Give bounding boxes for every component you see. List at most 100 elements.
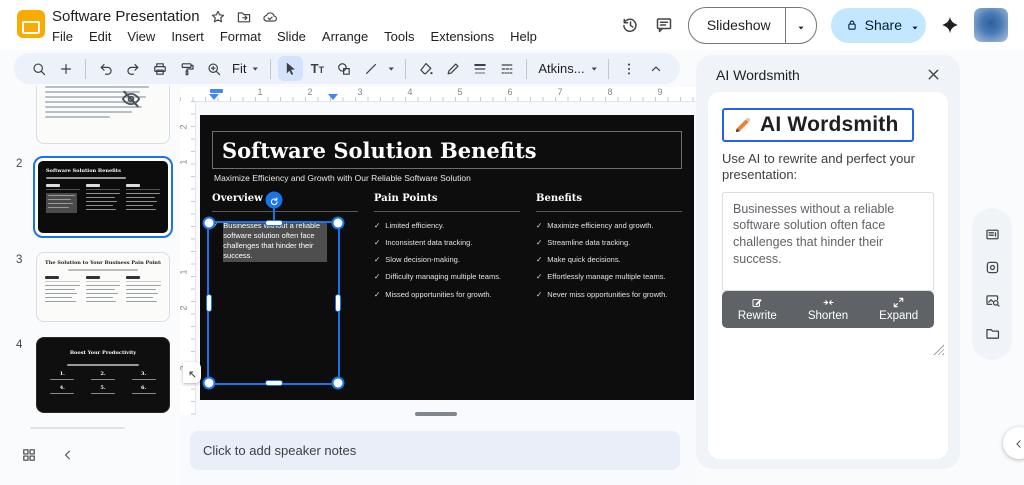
menu-help[interactable]: Help <box>502 27 545 46</box>
slide-item-text: Limited efficiency. <box>385 221 444 231</box>
select-tool-icon[interactable] <box>278 56 303 81</box>
rotate-handle-icon[interactable] <box>265 192 282 209</box>
star-icon[interactable] <box>210 9 226 25</box>
theme-select[interactable]: Atkins... <box>534 61 586 76</box>
indent-marker-triangle[interactable] <box>209 94 219 100</box>
slide-title-box[interactable]: Software Solution Benefits <box>212 131 682 169</box>
slides-logo-icon[interactable] <box>17 10 45 38</box>
ruler-number: 3 <box>357 87 362 97</box>
comments-icon[interactable] <box>654 15 674 35</box>
menu-arrange[interactable]: Arrange <box>314 27 376 46</box>
article-icon[interactable] <box>984 226 1001 243</box>
resize-handle-nw[interactable] <box>203 217 216 230</box>
insert-shape-icon[interactable] <box>332 56 357 81</box>
slide-column-benefits[interactable]: Benefits✓Maximize efficiency and growth.… <box>536 193 682 307</box>
hide-menus-icon[interactable] <box>643 56 668 81</box>
thumbnail-grid-number: 6. <box>126 385 161 391</box>
shorten-button[interactable]: Shorten <box>793 291 864 328</box>
collapse-filmstrip-icon[interactable] <box>61 448 75 462</box>
gemini-sparkle-icon[interactable] <box>940 15 960 35</box>
more-options-icon[interactable] <box>616 56 641 81</box>
slide-column-overview[interactable]: Overview✓Businesses without a reliable s… <box>212 193 358 307</box>
cloud-saved-icon[interactable] <box>262 9 278 25</box>
new-slide-plus-icon[interactable] <box>53 56 78 81</box>
fill-color-icon[interactable] <box>413 56 438 81</box>
move-folder-icon[interactable] <box>236 9 252 25</box>
notes-resize-handle[interactable] <box>415 412 457 416</box>
border-weight-icon[interactable] <box>467 56 492 81</box>
menu-file[interactable]: File <box>44 27 81 46</box>
thumbnail-slide-1[interactable] <box>36 86 170 144</box>
filmstrip-divider <box>30 427 125 429</box>
slide-list-item: ✓Missed opportunities for growth. <box>374 290 520 300</box>
share-dropdown-caret-icon[interactable] <box>910 20 920 30</box>
column-heading: Pain Points <box>374 193 520 212</box>
expand-button[interactable]: Expand <box>863 291 934 328</box>
insert-line-icon[interactable] <box>359 56 384 81</box>
paint-format-icon[interactable] <box>174 56 199 81</box>
menu-edit[interactable]: Edit <box>81 27 119 46</box>
resize-handle-e[interactable] <box>335 294 341 312</box>
document-title[interactable]: Software Presentation <box>52 8 200 25</box>
search-menus-icon[interactable] <box>26 56 51 81</box>
resize-handle-w[interactable] <box>206 294 212 312</box>
show-side-panel-button[interactable] <box>1003 427 1024 459</box>
gallery-icon[interactable] <box>984 259 1001 276</box>
menu-view[interactable]: View <box>119 27 163 46</box>
zoom-fit-select[interactable]: Fit <box>228 61 248 76</box>
redo-icon[interactable] <box>120 56 145 81</box>
resize-handle-s[interactable] <box>265 380 283 386</box>
horizontal-ruler: 123456789 <box>180 87 696 102</box>
share-button[interactable]: Share <box>831 8 926 43</box>
shorten-icon <box>822 296 835 309</box>
indent-marker-triangle[interactable] <box>328 94 338 100</box>
line-caret-icon[interactable] <box>386 62 396 76</box>
menu-extensions[interactable]: Extensions <box>423 27 503 46</box>
slide-column-pain-points[interactable]: Pain Points✓Limited efficiency.✓Inconsis… <box>374 193 520 307</box>
rewrite-button[interactable]: Rewrite <box>722 291 793 328</box>
resize-handle-n[interactable] <box>265 220 283 226</box>
folder-icon[interactable] <box>984 325 1001 342</box>
slide-item-text: Make quick decisions. <box>547 255 620 265</box>
theme-caret-icon[interactable] <box>589 62 599 76</box>
thumbnail-slide-3[interactable]: The Solution to Your Business Pain Point… <box>36 252 170 322</box>
slide-item-text: Businesses without a reliable software s… <box>223 221 327 262</box>
slideshow-button[interactable]: Slideshow <box>688 7 817 44</box>
image-search-icon[interactable] <box>984 292 1001 309</box>
thumbnail-slide-4[interactable]: Boost Your Productivity1.2.3.4.5.6. <box>36 337 170 413</box>
resize-handle-se[interactable] <box>332 377 345 390</box>
toolbar: Fit TT Atkins... <box>14 53 680 84</box>
ruler-number: 5 <box>457 87 462 97</box>
version-history-icon[interactable] <box>620 15 640 35</box>
user-avatar[interactable] <box>974 8 1008 42</box>
pointer-tab-button[interactable] <box>183 362 201 383</box>
slide-title: Software Solution Benefits <box>222 138 537 163</box>
close-icon[interactable] <box>925 66 942 83</box>
slide-subtitle[interactable]: Maximize Efficiency and Growth with Our … <box>214 173 471 183</box>
resize-handle-ne[interactable] <box>332 217 345 230</box>
fit-caret-icon[interactable] <box>250 62 260 76</box>
check-glyph: ✓ <box>374 238 380 248</box>
border-dash-icon[interactable] <box>494 56 519 81</box>
slide-item-text: Never miss opportunities for growth. <box>547 290 667 300</box>
zoom-icon[interactable] <box>201 56 226 81</box>
slideshow-dropdown[interactable] <box>785 8 816 43</box>
menu-tools[interactable]: Tools <box>376 27 422 46</box>
grid-view-icon[interactable] <box>21 447 37 463</box>
check-glyph: ✓ <box>374 221 380 231</box>
expand-icon <box>892 296 905 309</box>
menu-format[interactable]: Format <box>212 27 269 46</box>
check-glyph: ✓ <box>536 255 542 265</box>
thumbnail-slide-2-selected[interactable]: Software Solution Benefits <box>33 156 173 238</box>
ai-text-input[interactable]: Businesses without a reliable software s… <box>722 192 934 291</box>
menu-slide[interactable]: Slide <box>269 27 314 46</box>
border-color-icon[interactable] <box>440 56 465 81</box>
text-box-icon[interactable]: TT <box>305 56 330 81</box>
undo-icon[interactable] <box>93 56 118 81</box>
menu-insert[interactable]: Insert <box>163 27 212 46</box>
speaker-notes-input[interactable]: Click to add speaker notes <box>190 431 680 470</box>
slide-editor[interactable]: Software Solution Benefits Maximize Effi… <box>200 115 694 400</box>
indent-marker[interactable] <box>210 89 223 93</box>
print-icon[interactable] <box>147 56 172 81</box>
resize-handle-sw[interactable] <box>203 377 216 390</box>
